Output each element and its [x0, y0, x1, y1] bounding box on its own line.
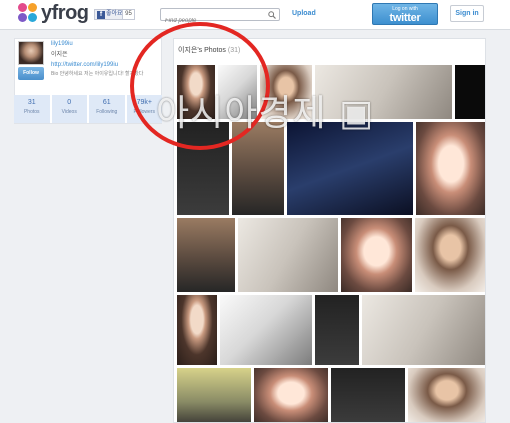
photo-thumbnail[interactable]	[408, 368, 485, 422]
photo-thumbnail[interactable]	[287, 122, 413, 215]
photo-thumbnail[interactable]	[415, 218, 485, 292]
photo-thumbnail[interactable]	[455, 65, 485, 119]
profile-username[interactable]: lily199iu	[51, 41, 73, 47]
search-icon[interactable]	[268, 11, 276, 19]
stat-videos[interactable]: 0 Videos	[51, 95, 87, 123]
logo-mark-icon	[18, 3, 38, 23]
photo-thumbnail[interactable]	[177, 218, 235, 292]
stat-label: Videos	[61, 109, 77, 115]
photo-thumbnail[interactable]	[315, 295, 359, 365]
profile-url[interactable]: http://twitter.com/lily199iu	[51, 62, 118, 68]
sign-in-button[interactable]: Sign in	[450, 5, 484, 22]
profile-display-name: 이지은	[51, 52, 68, 58]
stat-value: 61	[102, 99, 111, 106]
photo-thumbnail[interactable]	[238, 218, 338, 292]
photo-thumbnail[interactable]	[177, 368, 251, 422]
photo-thumbnail[interactable]	[362, 295, 485, 365]
login-with-twitter-button[interactable]: Log on with twitter	[372, 3, 438, 25]
facebook-like-label: 좋아요	[106, 11, 123, 17]
avatar[interactable]	[18, 41, 44, 65]
upload-link[interactable]: Upload	[292, 10, 316, 17]
facebook-like-button[interactable]: f 좋아요	[94, 9, 126, 20]
news-watermark: 아시아경제 ▣	[156, 93, 375, 134]
stat-value: 31	[27, 99, 36, 106]
stat-label: Following	[96, 109, 118, 115]
follow-button[interactable]: Follow	[18, 67, 44, 80]
stat-photos[interactable]: 31 Photos	[14, 95, 50, 123]
top-bar: yfrog f 좋아요 95 Upload Log on with twitte…	[0, 0, 510, 30]
photo-thumbnail[interactable]	[220, 295, 312, 365]
stat-label: Photos	[23, 109, 40, 115]
photo-thumbnail[interactable]	[177, 295, 217, 365]
twitter-big-label: twitter	[389, 12, 421, 24]
photo-thumbnail[interactable]	[341, 218, 412, 292]
stat-value: 0	[67, 99, 72, 106]
facebook-icon: f	[97, 10, 105, 19]
yfrog-logo[interactable]: yfrog	[18, 3, 89, 23]
stat-following[interactable]: 61 Following	[89, 95, 125, 123]
photo-thumbnail[interactable]	[331, 368, 405, 422]
facebook-like-count: 95	[122, 9, 135, 20]
search-box	[160, 8, 280, 27]
photo-thumbnail[interactable]	[416, 122, 485, 215]
logo-text: yfrog	[41, 2, 89, 24]
photo-thumbnail[interactable]	[254, 368, 328, 422]
